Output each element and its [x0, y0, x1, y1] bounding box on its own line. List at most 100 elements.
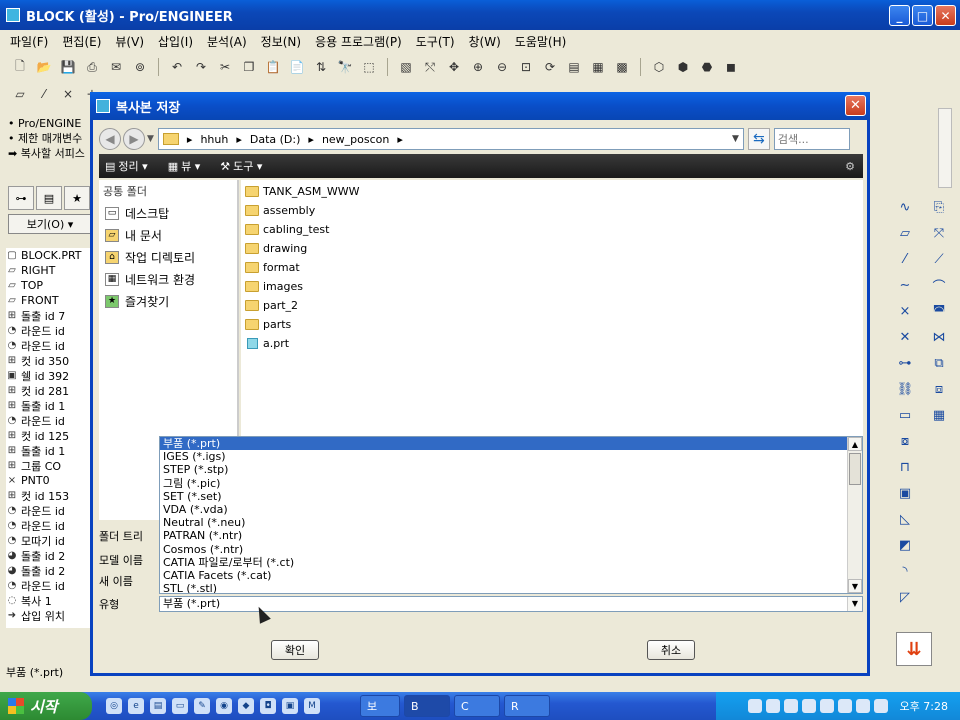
ie-icon[interactable]: e: [128, 698, 144, 714]
tray-icon[interactable]: [747, 699, 762, 713]
right-scrollbar[interactable]: [938, 108, 952, 188]
menu-analysis[interactable]: 분석(A): [207, 33, 247, 50]
select-box-icon[interactable]: ⬚: [359, 57, 379, 77]
scroll-thumb[interactable]: [849, 453, 861, 485]
organize-menu[interactable]: ▤ 정리 ▾: [105, 158, 148, 174]
type-option[interactable]: SET (*.set): [160, 490, 848, 503]
email-icon[interactable]: ✉: [106, 57, 126, 77]
type-dropdown-list[interactable]: 부품 (*.prt) IGES (*.igs) STEP (*.stp) 그림 (*.…: [159, 436, 863, 594]
firefox-icon[interactable]: ◉: [216, 698, 232, 714]
find-icon[interactable]: 🔭: [335, 57, 355, 77]
save-icon[interactable]: 💾: [58, 57, 78, 77]
breadcrumb-item[interactable]: Data (D:): [250, 133, 301, 146]
explorer-icon[interactable]: ▤: [150, 698, 166, 714]
tree-item[interactable]: ⊞ 돌출 id 1: [6, 443, 92, 458]
tree-item[interactable]: ◔ 라운드 id: [6, 323, 92, 338]
plane-icon[interactable]: ▱: [894, 222, 916, 244]
copy-icon[interactable]: ❐: [239, 57, 259, 77]
tree-item[interactable]: ➜ 삽입 위치: [6, 608, 92, 623]
type-option[interactable]: CATIA 파일로/로부터 (*.ct): [160, 556, 848, 569]
print-icon[interactable]: ⎙: [82, 57, 102, 77]
expand-toolbar-icon[interactable]: ⇊: [896, 632, 932, 666]
type-option[interactable]: 부품 (*.prt): [160, 437, 848, 451]
type-option[interactable]: VDA (*.vda): [160, 503, 848, 516]
link-icon[interactable]: ⛓: [894, 378, 916, 400]
tree-item[interactable]: ⊞ 그룹 CO: [6, 458, 92, 473]
scroll-down-icon[interactable]: ▼: [848, 579, 862, 593]
menu-view[interactable]: 뷰(V): [115, 33, 144, 50]
hidden-line-icon[interactable]: ⬢: [673, 57, 693, 77]
favorite-working-directory[interactable]: ⌂ 작업 디렉토리: [99, 246, 237, 268]
type-option[interactable]: CATIA Facets (*.cat): [160, 569, 848, 582]
tree-item[interactable]: ◌ 복사 1: [6, 593, 92, 608]
tree-item[interactable]: ◔ 라운드 id: [6, 503, 92, 518]
zoom-in-icon[interactable]: ⊕: [468, 57, 488, 77]
breadcrumb-item[interactable]: new_poscon: [322, 133, 389, 146]
draft-icon[interactable]: ◺: [894, 508, 916, 530]
datum-plane-icon[interactable]: ▱: [10, 84, 30, 104]
history-dropdown-icon[interactable]: ▼: [147, 134, 154, 144]
file-list-item[interactable]: parts: [241, 315, 863, 334]
taskbar-item[interactable]: R: [504, 695, 550, 717]
menu-applications[interactable]: 응용 프로그램(P): [315, 33, 402, 50]
undo-icon[interactable]: ↶: [167, 57, 187, 77]
file-list-item[interactable]: drawing: [241, 239, 863, 258]
file-list-item[interactable]: images: [241, 277, 863, 296]
offset-icon[interactable]: ⟋: [928, 248, 950, 270]
dialog-close-button[interactable]: ✕: [845, 95, 866, 116]
paste-icon[interactable]: 📋: [263, 57, 283, 77]
tree-item[interactable]: ◔ 라운드 id: [6, 578, 92, 593]
paste-special-icon[interactable]: 📄: [287, 57, 307, 77]
quick-launch-icon[interactable]: ◎: [106, 698, 122, 714]
group-icon[interactable]: ⧇: [894, 430, 916, 452]
spin-center-icon[interactable]: ⤲: [420, 57, 440, 77]
forward-arrow-icon[interactable]: ▶: [123, 128, 145, 150]
new-file-icon[interactable]: 🗋: [10, 57, 30, 77]
start-button[interactable]: 시작: [0, 692, 92, 720]
axis-icon[interactable]: ⁄: [894, 248, 916, 270]
shell-icon[interactable]: ▣: [894, 482, 916, 504]
search-input[interactable]: [773, 128, 850, 150]
menu-info[interactable]: 정보(N): [261, 33, 301, 50]
tree-item[interactable]: ▱ RIGHT: [6, 263, 92, 278]
folder-tree-label[interactable]: 폴더 트리: [99, 528, 143, 544]
tree-item[interactable]: ⊞ 컷 id 350: [6, 353, 92, 368]
type-option[interactable]: Neutral (*.neu): [160, 516, 848, 529]
type-list-scrollbar[interactable]: ▲ ▼: [847, 437, 862, 593]
saved-views-icon[interactable]: ▤: [564, 57, 584, 77]
tools-menu[interactable]: ⚒ 도구 ▾: [220, 158, 262, 174]
wireframe-icon[interactable]: ⬡: [649, 57, 669, 77]
paint-icon[interactable]: ✎: [194, 698, 210, 714]
tree-item[interactable]: ▢ BLOCK.PRT: [6, 248, 92, 263]
curve-icon[interactable]: ∼: [894, 274, 916, 296]
chamfer-icon[interactable]: ◸: [894, 586, 916, 608]
file-list-item[interactable]: part_2: [241, 296, 863, 315]
tree-item[interactable]: ⊞ 돌출 id 7: [6, 308, 92, 323]
refresh-icon[interactable]: ⇆: [747, 128, 770, 150]
tree-item[interactable]: ◕ 돌출 id 2: [6, 548, 92, 563]
extrude-icon[interactable]: ⊓: [894, 456, 916, 478]
sketch-curve-icon[interactable]: ∿: [894, 196, 916, 218]
round-icon[interactable]: ◝: [894, 560, 916, 582]
reorient-icon[interactable]: ⟳: [540, 57, 560, 77]
layers-icon[interactable]: ▦: [588, 57, 608, 77]
view-menu[interactable]: ▦ 뷰 ▾: [168, 158, 201, 174]
tree-item[interactable]: ▣ 쉘 id 392: [6, 368, 92, 383]
help-icon[interactable]: ⚙: [845, 160, 855, 173]
view-menu-button[interactable]: 보기(O) ▾: [8, 214, 92, 234]
camera-icon[interactable]: ◘: [260, 698, 276, 714]
menu-tools[interactable]: 도구(T): [416, 33, 455, 50]
tree-item[interactable]: ⊞ 컷 id 125: [6, 428, 92, 443]
taskbar-item[interactable]: C: [454, 695, 500, 717]
breadcrumb-item[interactable]: hhuh: [200, 133, 228, 146]
favorite-my-documents[interactable]: ▱ 내 문서: [99, 224, 237, 246]
orient-icon[interactable]: ✥: [444, 57, 464, 77]
type-option[interactable]: 그림 (*.pic): [160, 477, 848, 490]
zoom-out-icon[interactable]: ⊖: [492, 57, 512, 77]
tree-item[interactable]: × PNT0: [6, 473, 92, 488]
menu-edit[interactable]: 편집(E): [62, 33, 101, 50]
ok-button[interactable]: 확인: [271, 640, 319, 660]
intersect-icon[interactable]: ✕: [894, 326, 916, 348]
window-icon[interactable]: ▣: [282, 698, 298, 714]
merge-icon[interactable]: ⋈: [928, 326, 950, 348]
